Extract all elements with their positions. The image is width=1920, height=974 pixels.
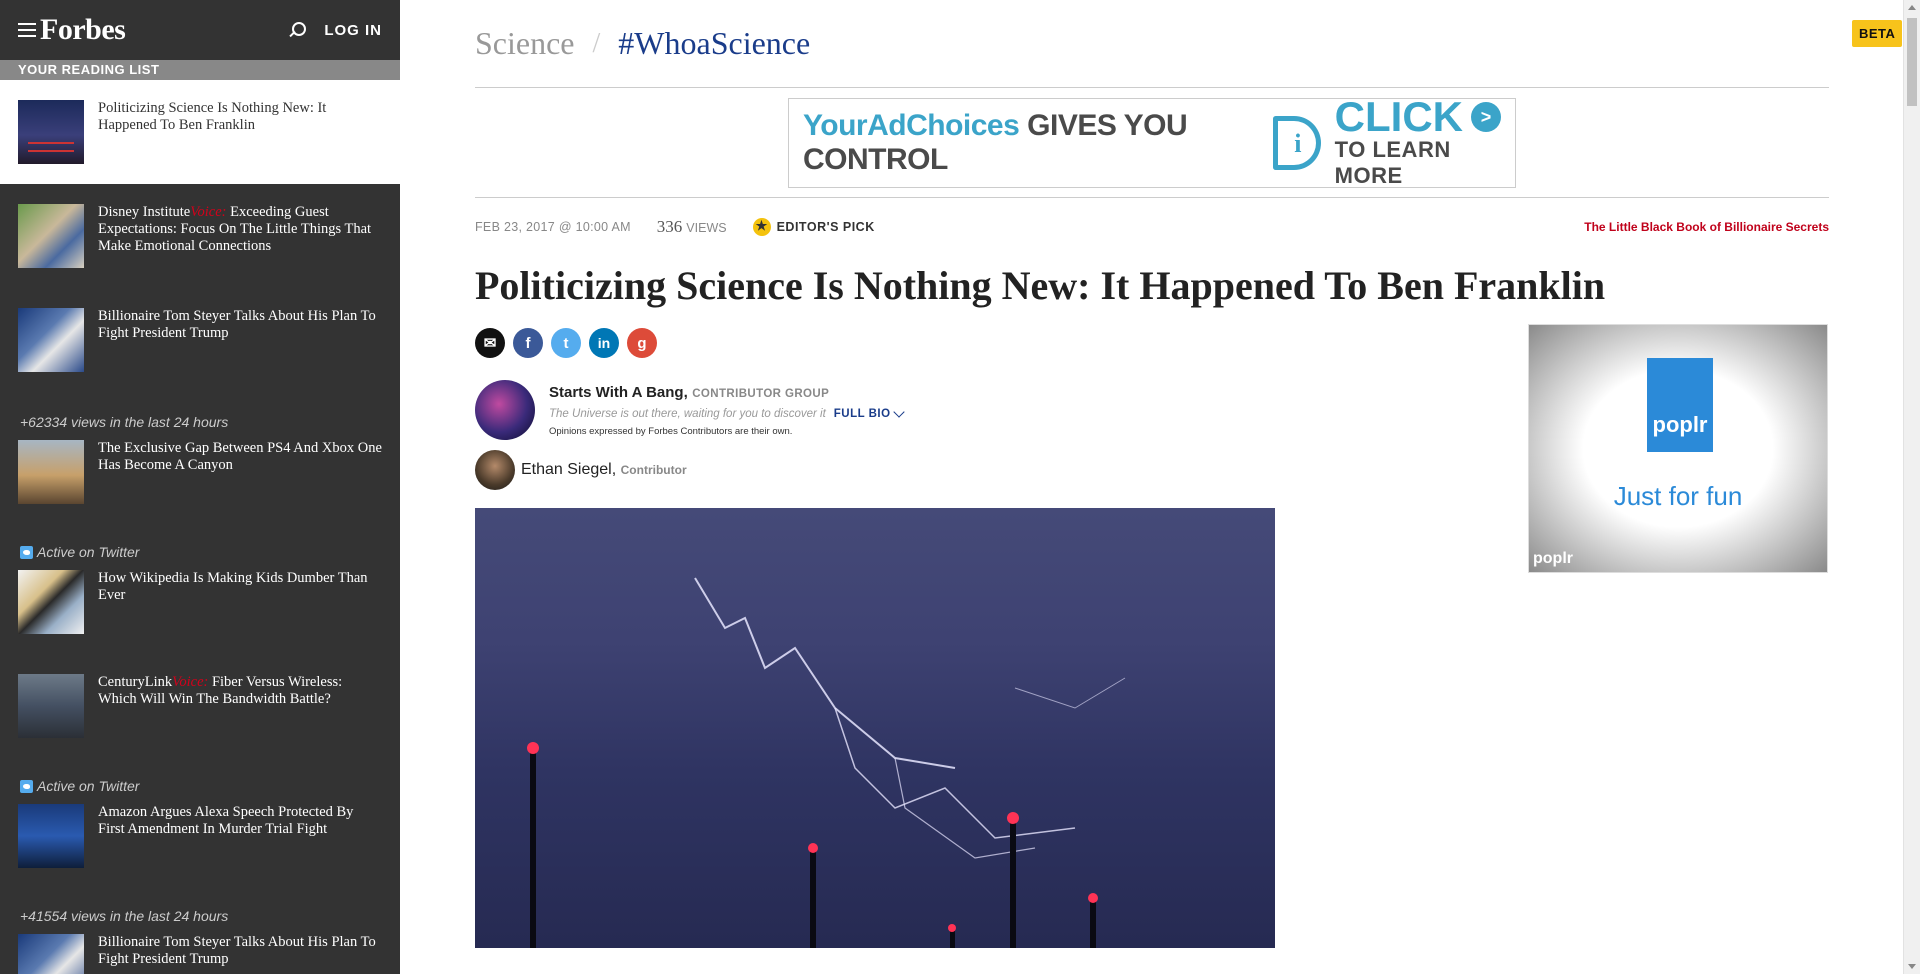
- reading-list-item[interactable]: How Wikipedia Is Making Kids Dumber Than…: [0, 570, 400, 634]
- section-breadcrumb: Science / #WhoaScience: [475, 0, 1829, 88]
- views-trending-text: +62334 views in the last 24 hours: [20, 414, 229, 430]
- publish-date: FEB 23, 2017 @ 10:00 AM: [475, 220, 631, 234]
- group-role: CONTRIBUTOR GROUP: [692, 388, 830, 400]
- item-meta: Active on Twitter: [0, 544, 400, 560]
- promo-link[interactable]: The Little Black Book of Billionaire Sec…: [1584, 220, 1829, 234]
- item-meta: +41554 views in the last 24 hours: [0, 908, 400, 924]
- article-meta: FEB 23, 2017 @ 10:00 AM 336VIEWS EDITOR'…: [475, 198, 1829, 256]
- chevron-down-icon: [892, 406, 905, 418]
- ad-arrow-icon: >: [1471, 102, 1501, 132]
- twitter-icon: [20, 545, 33, 559]
- lightning-turbines-illustration: [527, 577, 1126, 948]
- voice-label: Voice:: [190, 204, 227, 220]
- reading-list-item-title[interactable]: The Exclusive Gap Between PS4 And Xbox O…: [98, 440, 382, 474]
- group-name[interactable]: Starts With A Bang,: [549, 384, 688, 401]
- scroll-down-icon[interactable]: [1908, 964, 1916, 969]
- hero-image: [475, 508, 1275, 948]
- article-thumbnail[interactable]: [18, 100, 84, 164]
- group-bio-text: The Universe is out there, waiting for y…: [549, 408, 826, 420]
- active-twitter-text: Active on Twitter: [37, 778, 140, 794]
- article-thumbnail[interactable]: [18, 934, 84, 974]
- reading-list-item[interactable]: Billionaire Tom Steyer Talks About His P…: [0, 934, 400, 974]
- author-name[interactable]: Ethan Siegel,: [521, 461, 616, 479]
- group-bio: The Universe is out there, waiting for y…: [549, 406, 905, 420]
- google-plus-share-icon[interactable]: g: [627, 328, 657, 358]
- scroll-up-icon[interactable]: [1908, 5, 1916, 10]
- editors-pick-label: EDITOR'S PICK: [776, 220, 875, 234]
- page: Forbes LOG IN YOUR READING LIST Politici…: [0, 0, 1920, 974]
- views-trending-text: +41554 views in the last 24 hours: [20, 908, 229, 924]
- sponsor-name: CenturyLink: [98, 674, 173, 690]
- login-button[interactable]: LOG IN: [324, 22, 382, 39]
- email-share-icon[interactable]: ✉: [475, 328, 505, 358]
- article-thumbnail[interactable]: [18, 570, 84, 634]
- twitter-share-icon[interactable]: t: [551, 328, 581, 358]
- reading-list-item[interactable]: The Exclusive Gap Between PS4 And Xbox O…: [0, 440, 400, 504]
- editors-pick-badge: EDITOR'S PICK: [752, 218, 875, 236]
- poplr-tagline: Just for fun: [1613, 481, 1743, 511]
- reading-list-item-title[interactable]: Amazon Argues Alexa Speech Protected By …: [98, 804, 382, 838]
- ad-sub-label: TO LEARN MORE: [1334, 137, 1451, 188]
- article-thumbnail[interactable]: [18, 674, 84, 738]
- scrollbar[interactable]: [1903, 0, 1920, 974]
- reading-list-item-active[interactable]: Politicizing Science Is Nothing New: It …: [0, 80, 400, 184]
- reading-list-item[interactable]: Billionaire Tom Steyer Talks About His P…: [0, 308, 400, 372]
- author-avatar[interactable]: [475, 450, 515, 490]
- ad-brand: YourAdChoices: [803, 109, 1020, 142]
- views-number: 336: [656, 217, 683, 236]
- item-meta: +62334 views in the last 24 hours: [0, 414, 400, 430]
- sidebar-ad[interactable]: poplr Just for fun poplr: [1528, 324, 1828, 573]
- star-badge-icon: [752, 218, 771, 236]
- article-thumbnail[interactable]: [18, 308, 84, 372]
- search-icon[interactable]: [288, 21, 307, 39]
- reading-list-item[interactable]: CenturyLinkVoice: Fiber Versus Wireless:…: [0, 674, 400, 738]
- reading-list-item-title[interactable]: How Wikipedia Is Making Kids Dumber Than…: [98, 570, 382, 604]
- sidebar-header: Forbes LOG IN: [0, 0, 400, 60]
- article-thumbnail[interactable]: [18, 804, 84, 868]
- breadcrumb-separator: /: [592, 27, 601, 59]
- forbes-logo[interactable]: Forbes: [40, 13, 126, 47]
- reading-list-item-title[interactable]: CenturyLinkVoice: Fiber Versus Wireless:…: [98, 674, 382, 708]
- reading-list-item-title[interactable]: Politicizing Science Is Nothing New: It …: [98, 100, 382, 134]
- sidebar: Forbes LOG IN YOUR READING LIST Politici…: [0, 0, 400, 974]
- reading-list-item-title[interactable]: Disney InstituteVoice: Exceeding Guest E…: [98, 204, 382, 255]
- sponsor-name: Disney Institute: [98, 204, 191, 220]
- views-label: VIEWS: [686, 221, 727, 235]
- poplr-logo: poplr: [1647, 358, 1713, 452]
- ad-banner-text: YourAdChoices GIVES YOU CONTROL: [803, 109, 1259, 177]
- voice-label: Voice:: [172, 674, 209, 690]
- article-thumbnail[interactable]: [18, 440, 84, 504]
- menu-icon[interactable]: [18, 23, 36, 37]
- active-twitter-text: Active on Twitter: [37, 544, 140, 560]
- adchoices-icon: [1273, 116, 1321, 170]
- opinion-disclaimer: Opinions expressed by Forbes Contributor…: [549, 426, 793, 437]
- poplr-watermark: poplr: [1533, 550, 1573, 567]
- ad-cta[interactable]: CLICK > TO LEARN MORE: [1334, 93, 1501, 189]
- beta-badge[interactable]: BETA: [1852, 20, 1903, 47]
- reading-list-title: YOUR READING LIST: [0, 60, 400, 80]
- views-count: 336 VIEWS: [657, 217, 727, 237]
- full-bio-button[interactable]: FULL BIO: [833, 406, 905, 420]
- full-bio-label: FULL BIO: [833, 408, 891, 420]
- linkedin-share-icon[interactable]: in: [589, 328, 619, 358]
- facebook-share-icon[interactable]: f: [513, 328, 543, 358]
- article-headline: Politicizing Science Is Nothing New: It …: [475, 263, 1606, 308]
- article-thumbnail[interactable]: [18, 204, 84, 268]
- ad-cta-label: CLICK: [1334, 93, 1463, 140]
- ad-banner[interactable]: YourAdChoices GIVES YOU CONTROL CLICK > T…: [788, 93, 1516, 189]
- reading-list-item-title[interactable]: Billionaire Tom Steyer Talks About His P…: [98, 934, 382, 968]
- reading-list-item[interactable]: Amazon Argues Alexa Speech Protected By …: [0, 804, 400, 868]
- section-category-link[interactable]: Science: [475, 25, 575, 62]
- author-role: Contributor: [620, 463, 687, 477]
- reading-list-item-title[interactable]: Billionaire Tom Steyer Talks About His P…: [98, 308, 382, 342]
- item-meta: Active on Twitter: [0, 778, 400, 794]
- scrollbar-thumb[interactable]: [1907, 18, 1917, 106]
- section-tag-link[interactable]: #WhoaScience: [618, 25, 810, 62]
- reading-list-item[interactable]: Disney InstituteVoice: Exceeding Guest E…: [0, 204, 400, 268]
- twitter-icon: [20, 779, 33, 793]
- group-avatar[interactable]: [475, 380, 535, 440]
